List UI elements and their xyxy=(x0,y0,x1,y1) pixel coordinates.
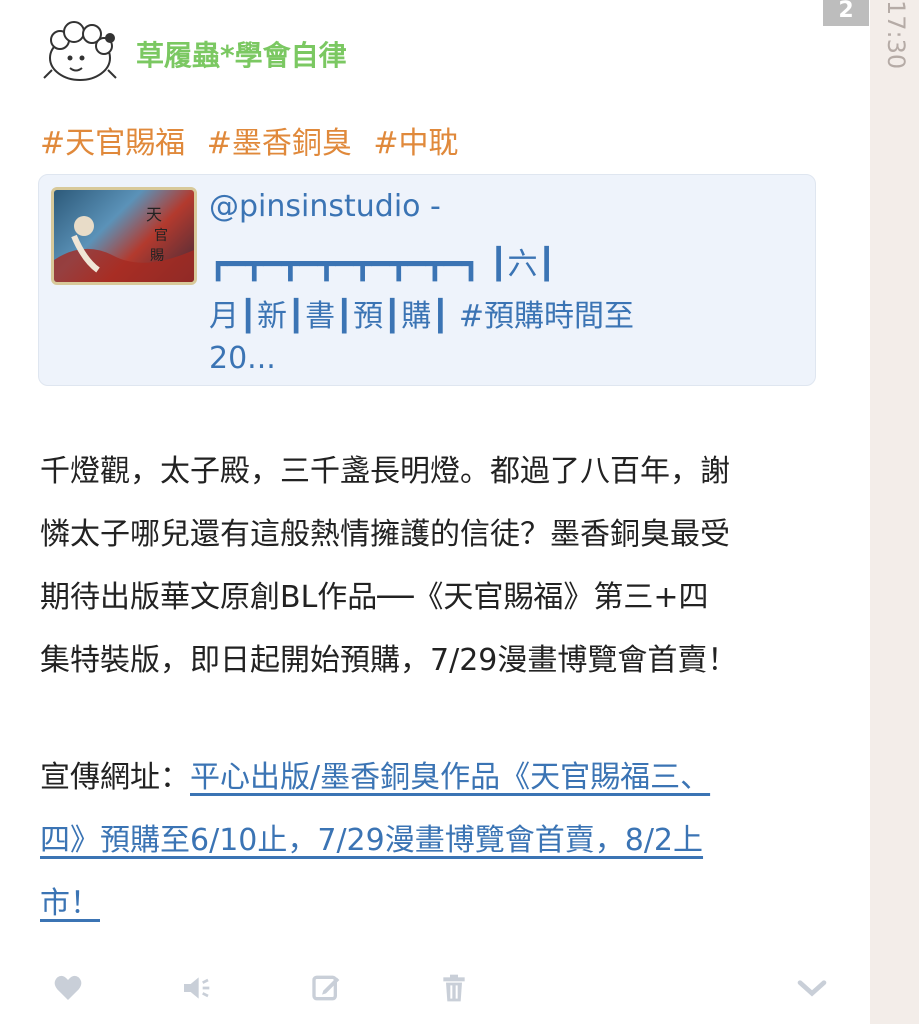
trash-icon[interactable] xyxy=(436,970,472,1006)
page-badge: 2 xyxy=(823,0,869,26)
preview-line: 20... xyxy=(209,341,276,376)
tag-list: #天官賜福 #墨香銅臭 #中耽 xyxy=(40,118,471,162)
post-body-line: 憐太子哪兒還有這般熱情擁護的信徒？墨香銅臭最受 xyxy=(40,517,730,552)
edit-icon[interactable] xyxy=(308,970,344,1006)
post-body-line: 千燈觀，太子殿，三千盞長明燈。都過了八百年，謝 xyxy=(40,454,730,489)
heart-icon[interactable] xyxy=(50,970,86,1006)
preview-line: @pinsinstudio - xyxy=(209,189,441,224)
post-username[interactable]: 草履蟲*學會自律 xyxy=(136,34,347,74)
link-label: 宣傳網址： xyxy=(40,760,190,795)
post-action-bar xyxy=(0,960,870,1020)
svg-text:賜: 賜 xyxy=(150,248,164,264)
svg-text:天: 天 xyxy=(146,205,162,224)
svg-text:官: 官 xyxy=(154,228,168,244)
timestamp: 17:30 xyxy=(882,0,910,70)
chevron-down-icon[interactable] xyxy=(794,970,830,1006)
preview-line: ┏━┳━┳━┳━┳━┳━┳━┓ ┃六┃ xyxy=(209,247,556,282)
post-link-line: 市！ xyxy=(40,872,850,935)
link-preview-card[interactable]: 天 官 賜 @pinsinstudio - ┏━┳━┳━┳━┳━┳━┳━┓ ┃六… xyxy=(38,174,816,386)
speaker-icon[interactable] xyxy=(178,970,214,1006)
post-link[interactable]: 四》預購至6/10止，7/29漫畫博覽會首賣，8/2上 xyxy=(40,823,703,858)
post-body-line: 期待出版華文原創BL作品──《天官賜福》第三+四 xyxy=(40,580,709,615)
side-strip xyxy=(870,0,919,1024)
post-link[interactable]: 市！ xyxy=(40,886,100,921)
post-link-line: 宣傳網址：平心出版/墨香銅臭作品《天官賜福三、 xyxy=(40,746,850,809)
post-link[interactable]: 平心出版/墨香銅臭作品《天官賜福三、 xyxy=(190,760,710,795)
post-body-line: 集特裝版，即日起開始預購，7/29漫畫博覽會首賣！ xyxy=(40,643,738,678)
tag-link[interactable]: #墨香銅臭 xyxy=(207,126,352,161)
preview-line: 月┃新┃書┃預┃購┃ #預購時間至 xyxy=(209,299,634,334)
preview-thumbnail: 天 官 賜 xyxy=(51,187,197,285)
tag-link[interactable]: #天官賜福 xyxy=(40,126,185,161)
post-link-line: 四》預購至6/10止，7/29漫畫博覽會首賣，8/2上 xyxy=(40,809,850,872)
avatar[interactable] xyxy=(40,18,120,88)
tag-link[interactable]: #中耽 xyxy=(373,126,458,161)
